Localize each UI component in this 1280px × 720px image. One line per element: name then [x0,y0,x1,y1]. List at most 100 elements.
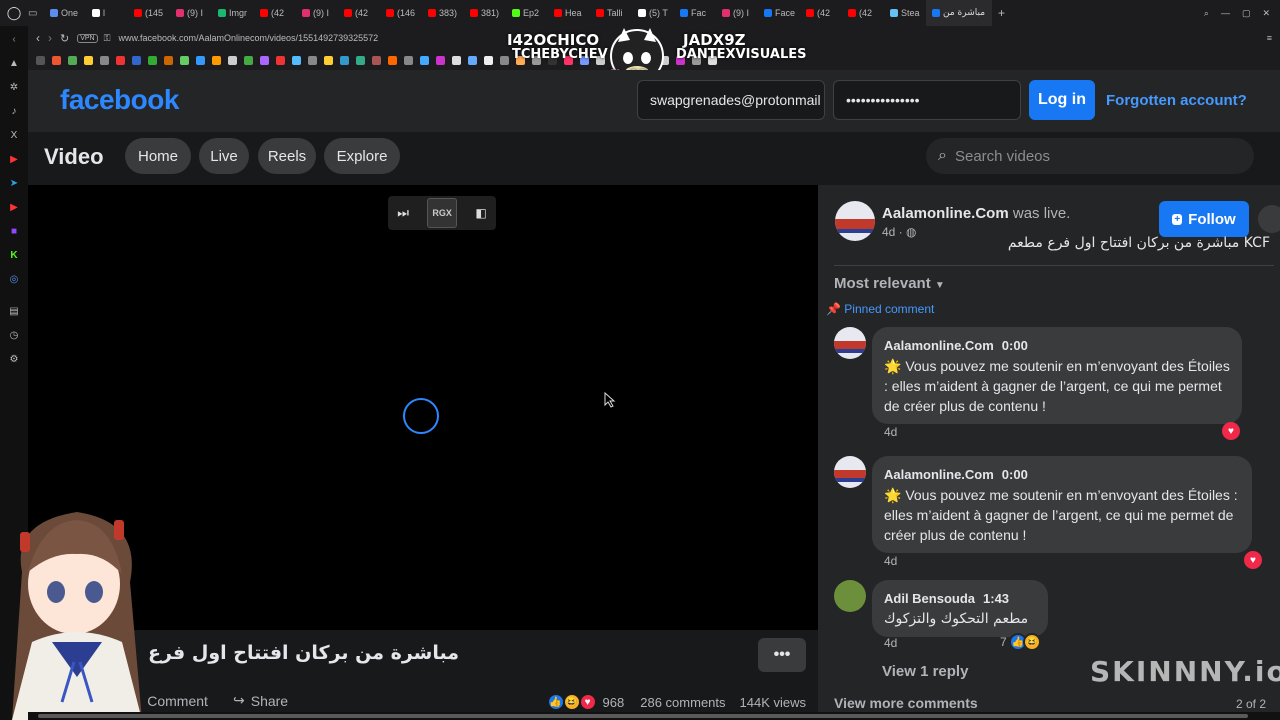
telegram-icon[interactable]: ➤ [10,178,18,189]
bookmark-icon[interactable] [356,55,365,65]
bookmark-icon[interactable] [420,55,429,65]
kick-icon[interactable]: K [10,250,17,261]
author-avatar[interactable] [835,201,875,241]
tab[interactable]: Talli [590,0,632,26]
bookmark-icon[interactable] [68,55,77,65]
bookmark-icon[interactable] [324,55,333,65]
sort-dropdown[interactable]: Most relevant ▼ [834,275,945,292]
horizontal-scrollbar[interactable] [28,712,1280,720]
wallet-icon[interactable]: ▤ [9,306,18,317]
tab[interactable]: (145 [128,0,170,26]
login-button[interactable]: Log in [1029,80,1095,120]
x-icon[interactable]: X [11,130,18,141]
bookmark-icon[interactable] [52,55,61,65]
password-field[interactable]: ••••••••••••••• [833,80,1021,120]
bookmark-icon[interactable] [484,55,493,65]
new-tab-icon[interactable]: + [998,6,1005,20]
bookmark-icon[interactable] [340,55,349,65]
menu-icon[interactable]: ≡ [1267,33,1272,43]
more-options-button[interactable]: ••• [758,638,806,672]
comment-age[interactable]: 4d [884,636,897,650]
comment-avatar[interactable] [834,580,866,612]
comment-author[interactable]: Aalamonline.Com [884,467,994,482]
back-button[interactable]: ‹ [36,31,40,45]
tab[interactable]: (146 [380,0,422,26]
bookmark-icon[interactable] [100,55,109,65]
bookmark-icon[interactable] [164,55,173,65]
tab[interactable]: Face [758,0,800,26]
rgx-button[interactable]: RGX [427,198,457,228]
vpn-badge[interactable]: VPN [77,33,98,43]
bookmark-icon[interactable] [132,55,141,65]
heart-reaction-icon[interactable]: ♥ [1244,551,1262,569]
tab[interactable]: (42 [842,0,884,26]
search-videos-input[interactable]: ⌕ Search videos [926,138,1254,174]
tab[interactable]: l [86,0,128,26]
comment-age[interactable]: 4d [884,554,897,568]
post-age[interactable]: 4d · [882,225,903,239]
comment-age[interactable]: 4d [884,425,897,439]
twitch-icon[interactable]: ■ [11,226,17,237]
tab[interactable]: 383) [422,0,464,26]
forward-button[interactable]: › [48,31,52,45]
facebook-logo[interactable]: facebook [60,84,179,116]
view-replies-link[interactable]: View 1 reply [882,663,968,680]
pip-icon[interactable]: ◧ [475,206,486,220]
tab[interactable]: (9) I [170,0,212,26]
bookmark-icon[interactable] [116,55,125,65]
bookmark-icon[interactable] [404,55,413,65]
tab[interactable]: Imgr [212,0,254,26]
tab[interactable]: (42 [338,0,380,26]
bookmark-icon[interactable] [212,55,221,65]
post-author[interactable]: Aalamonline.Com [882,205,1009,222]
bookmark-icon[interactable] [276,55,285,65]
nav-home[interactable]: Home [125,138,191,174]
comment-avatar[interactable] [834,456,866,488]
comment-author[interactable]: Aalamonline.Com [884,338,994,353]
tab[interactable]: Ep2 [506,0,548,26]
view-more-comments-link[interactable]: View more comments [834,695,978,711]
youtube2-icon[interactable]: ▶ [10,202,18,213]
reaction-count[interactable]: 968 [603,695,625,710]
comments-count[interactable]: 286 comments [640,695,725,710]
close-window-icon[interactable]: ✕ [1262,8,1270,19]
scrollbar-thumb[interactable] [38,714,1248,718]
bookmark-icon[interactable] [244,55,253,65]
skip-forward-icon[interactable]: ⏭ [397,205,409,221]
minimize-icon[interactable]: — [1221,8,1230,18]
nav-explore[interactable]: Explore [324,138,400,174]
bookmark-icon[interactable] [196,55,205,65]
aria-icon[interactable]: ▲ [9,58,19,69]
heart-reaction-icon[interactable]: ♥ [1222,422,1240,440]
share-button[interactable]: ↪ Share [233,692,288,709]
tab[interactable]: (9) I [296,0,338,26]
url-field[interactable]: www.facebook.com/AalamOnlinecom/videos/1… [118,33,378,43]
bookmark-icon[interactable] [228,55,237,65]
bookmark-icon[interactable] [84,55,93,65]
bookmark-icon[interactable] [148,55,157,65]
tab[interactable]: Hea [548,0,590,26]
vpn-icon[interactable]: ◎ [10,274,19,285]
back-icon[interactable]: ‹ [12,34,15,45]
tab[interactable]: (42 [800,0,842,26]
tab[interactable]: 381) [464,0,506,26]
search-tabs-icon[interactable]: ⌕ [1204,8,1209,19]
tab[interactable]: Fac [674,0,716,26]
bookmark-icon[interactable] [436,55,445,65]
comment-timestamp[interactable]: 0:00 [1002,338,1028,353]
bookmark-icon[interactable] [452,55,461,65]
bookmark-icon[interactable] [372,55,381,65]
bookmark-icon[interactable] [468,55,477,65]
youtube-icon[interactable]: ▶ [10,154,18,165]
history-icon[interactable]: ◷ [10,330,19,341]
comment-avatar[interactable] [834,327,866,359]
comment-author[interactable]: Adil Bensouda [884,591,975,606]
comment-timestamp[interactable]: 0:00 [1002,467,1028,482]
tab[interactable]: (42 [254,0,296,26]
bookmark-icon[interactable] [388,55,397,65]
bookmark-icon[interactable] [36,55,45,65]
bookmark-icon[interactable] [180,55,189,65]
tab[interactable]: (9) I [716,0,758,26]
tab-active[interactable]: مباشرة من [926,0,992,26]
forgot-account-link[interactable]: Forgotten account? [1106,92,1247,109]
